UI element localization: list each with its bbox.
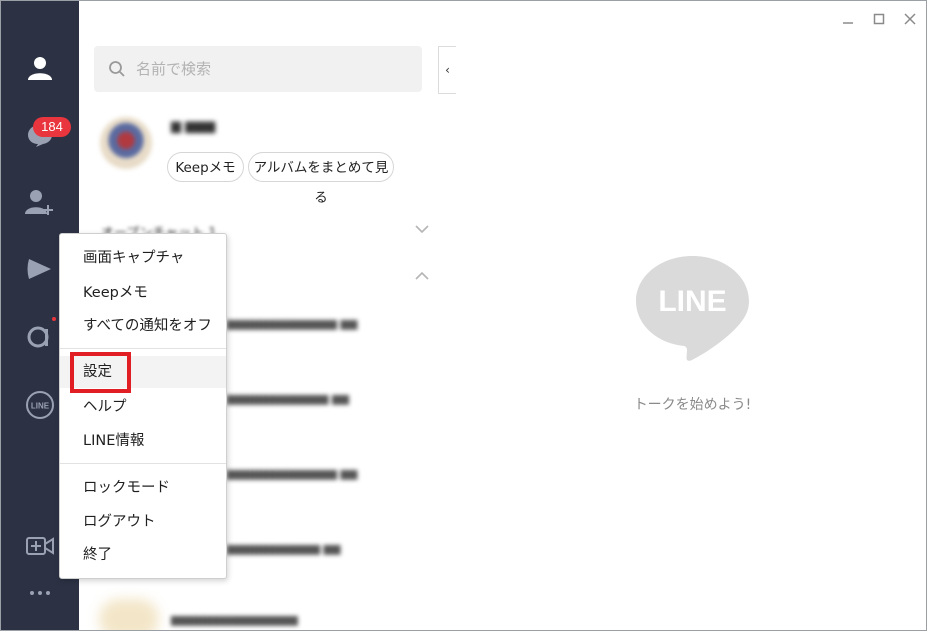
- album-button[interactable]: アルバムをまとめて見る: [248, 152, 394, 206]
- settings-highlight-annotation: [70, 352, 131, 393]
- svg-text:LINE: LINE: [31, 402, 50, 411]
- more-icon[interactable]: [21, 574, 59, 612]
- menu-item-logout[interactable]: ログアウト: [60, 506, 226, 538]
- keep-memo-button[interactable]: Keepメモ: [167, 152, 244, 182]
- line-window: 184 LINE ‹ ▆ ▆▆▆: [0, 0, 927, 631]
- friends-icon[interactable]: [21, 49, 59, 87]
- profile-name-blurred: ▆ ▆▆▆: [171, 119, 216, 134]
- avatar[interactable]: [100, 117, 152, 169]
- list-item-blurred[interactable]: ▆▆▆▆▆▆▆▆▆▆▆▆▆ ▆▆: [227, 317, 357, 331]
- search-box[interactable]: [94, 46, 422, 92]
- list-item-blurred[interactable]: ▆▆▆▆▆▆▆▆▆▆▆ ▆▆: [227, 542, 340, 556]
- menu-item-screen-capture[interactable]: 画面キャプチャ: [60, 242, 226, 274]
- collapse-panel-button[interactable]: ‹: [438, 46, 456, 94]
- menu-item-lock-mode[interactable]: ロックモード: [60, 472, 226, 504]
- chevron-left-icon: ‹: [445, 63, 450, 77]
- maximize-icon[interactable]: [871, 11, 887, 27]
- line-icon[interactable]: LINE: [21, 386, 59, 424]
- chevron-up-icon[interactable]: [415, 269, 429, 285]
- list-item-blurred[interactable]: ▆▆▆▆▆▆▆▆▆▆▆▆▆ ▆▆: [227, 467, 357, 481]
- menu-item-line-info[interactable]: LINE情報: [60, 425, 226, 457]
- settings-menu: 画面キャプチャ Keepメモ すべての通知をオフ 設定 ヘルプ LINE情報 ロ…: [59, 233, 227, 579]
- empty-state-message: トークを始めよう!: [633, 397, 752, 413]
- add-friend-icon[interactable]: [21, 183, 59, 221]
- menu-item-exit[interactable]: 終了: [60, 539, 226, 571]
- close-icon[interactable]: [902, 11, 918, 27]
- chevron-down-icon[interactable]: [415, 222, 429, 238]
- minimize-icon[interactable]: [840, 11, 856, 27]
- list-item-blurred[interactable]: ▆▆▆▆▆▆▆▆▆▆▆▆ ▆▆: [227, 392, 349, 406]
- search-icon: [108, 60, 126, 82]
- menu-item-help[interactable]: ヘルプ: [60, 391, 226, 423]
- video-call-icon[interactable]: [21, 527, 59, 565]
- menu-divider: [60, 348, 226, 349]
- line-logo: LINE: [636, 256, 749, 361]
- chat-area: LINE トークを始めよう!: [457, 1, 926, 630]
- menu-divider: [60, 463, 226, 464]
- unread-badge: 184: [33, 117, 71, 137]
- menu-item-keep-memo[interactable]: Keepメモ: [60, 277, 226, 309]
- openchat-notification-dot: [52, 317, 56, 321]
- list-thumbnail-blurred: [99, 599, 159, 630]
- line-voom-icon[interactable]: [21, 250, 59, 288]
- list-item-blurred[interactable]: ▆▆▆▆▆▆▆▆▆▆▆▆▆▆▆: [171, 613, 298, 627]
- search-input[interactable]: [136, 58, 406, 80]
- svg-text:LINE: LINE: [658, 285, 726, 318]
- openchat-icon[interactable]: [21, 317, 59, 355]
- menu-item-mute-all[interactable]: すべての通知をオフ: [60, 310, 226, 342]
